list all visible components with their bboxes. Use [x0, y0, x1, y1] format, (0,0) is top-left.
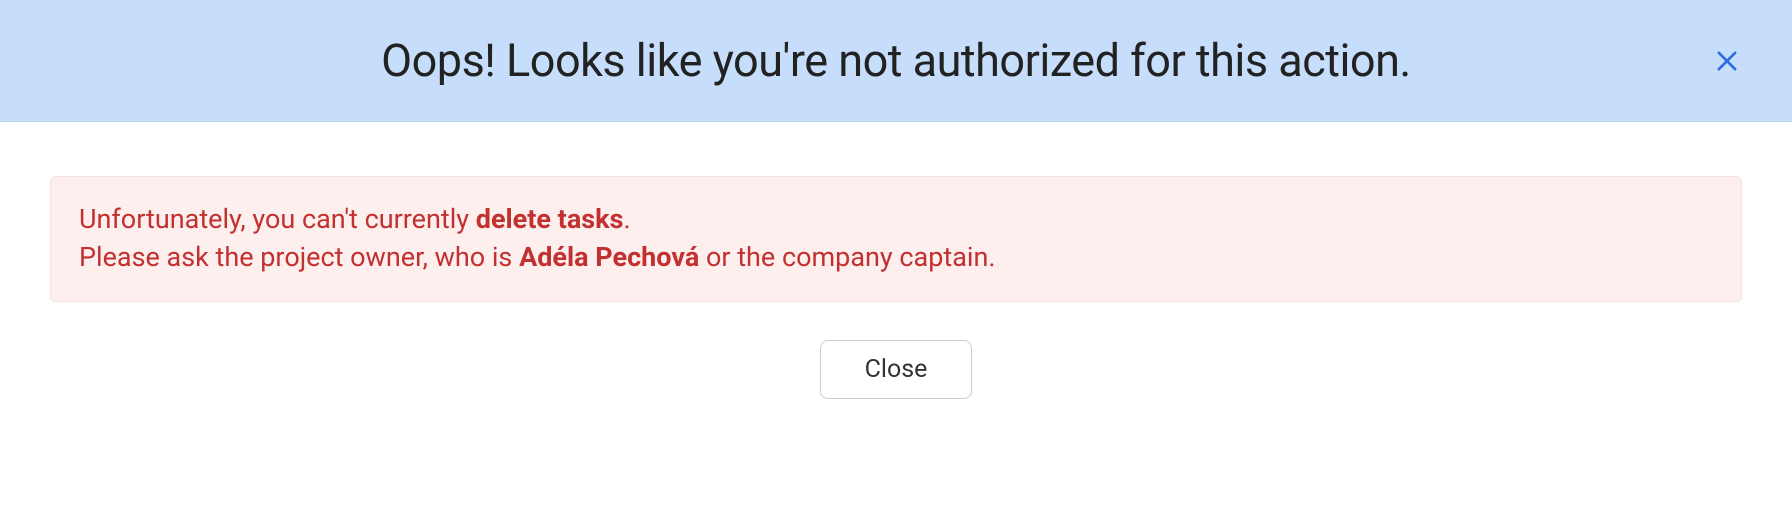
alert-line-1: Unfortunately, you can't currently delet… — [79, 201, 1713, 239]
alert-bold-action: delete tasks — [476, 203, 624, 235]
alert-text: or the company captain. — [699, 241, 995, 273]
alert-text: Please ask the project owner, who is — [79, 241, 519, 273]
dialog-content: Unfortunately, you can't currently delet… — [0, 122, 1792, 399]
close-button[interactable]: Close — [820, 340, 973, 399]
alert-text: Unfortunately, you can't currently — [79, 203, 476, 235]
error-alert: Unfortunately, you can't currently delet… — [50, 176, 1742, 302]
alert-text: . — [623, 203, 630, 235]
alert-line-2: Please ask the project owner, who is Adé… — [79, 239, 1713, 277]
dialog-title: Oops! Looks like you're not authorized f… — [381, 34, 1411, 87]
dialog-header: Oops! Looks like you're not authorized f… — [0, 0, 1792, 122]
button-row: Close — [50, 340, 1742, 399]
close-icon[interactable] — [1712, 46, 1742, 76]
alert-bold-owner: Adéla Pechová — [519, 241, 699, 273]
